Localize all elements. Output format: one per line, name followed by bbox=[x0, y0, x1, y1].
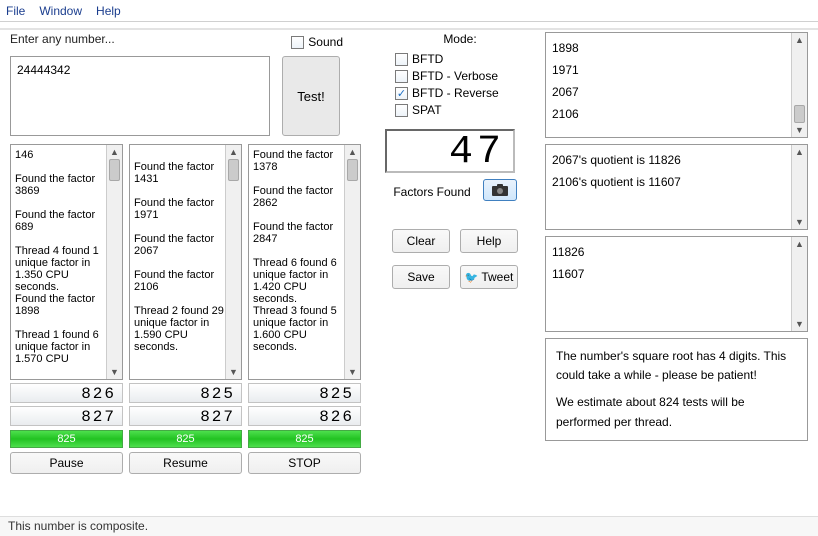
seg-b-1: 827 bbox=[129, 406, 242, 426]
factor-item[interactable]: 2106 bbox=[552, 103, 801, 125]
scrollbar[interactable]: ▲▼ bbox=[791, 33, 807, 137]
camera-icon bbox=[492, 184, 508, 196]
quotient-text-item[interactable]: 2106's quotient is 11607 bbox=[552, 171, 801, 193]
mode-label-2: BFTD - Reverse bbox=[412, 86, 499, 100]
factors-display: 47 bbox=[385, 129, 515, 173]
factor-item[interactable]: 2067 bbox=[552, 81, 801, 103]
mode-label-1: BFTD - Verbose bbox=[412, 69, 498, 83]
tweet-button[interactable]: 🐦Tweet bbox=[460, 265, 518, 289]
test-button[interactable]: Test! bbox=[282, 56, 340, 136]
clear-button[interactable]: Clear bbox=[392, 229, 450, 253]
twitter-icon: 🐦 bbox=[465, 271, 479, 284]
factor-item[interactable]: 1898 bbox=[552, 37, 801, 59]
quotients-list[interactable]: 1182611607▲▼ bbox=[545, 236, 808, 332]
mode-checkbox-1[interactable] bbox=[395, 70, 408, 83]
mode-label-0: BFTD bbox=[412, 52, 443, 66]
camera-button[interactable] bbox=[483, 179, 517, 201]
mode-label-3: SPAT bbox=[412, 103, 442, 117]
sound-label: Sound bbox=[308, 35, 343, 49]
menu-window[interactable]: Window bbox=[39, 4, 82, 18]
info-panel: The number's square root has 4 digits. T… bbox=[545, 338, 808, 441]
quotient-item[interactable]: 11607 bbox=[552, 263, 801, 285]
quotients-text-list[interactable]: 2067's quotient is 118262106's quotient … bbox=[545, 144, 808, 230]
progress-1: 825 bbox=[129, 430, 242, 448]
sound-checkbox[interactable] bbox=[291, 36, 304, 49]
menubar: File Window Help bbox=[0, 0, 818, 22]
info-line-2: We estimate about 824 tests will be perf… bbox=[556, 393, 797, 431]
save-button[interactable]: Save bbox=[392, 265, 450, 289]
scrollbar[interactable]: ▲▼ bbox=[791, 237, 807, 331]
seg-a-2: 825 bbox=[248, 383, 361, 403]
mode-title: Mode: bbox=[395, 32, 525, 46]
thread-output-1[interactable]: Found the factor 1431 Found the factor 1… bbox=[129, 144, 242, 380]
scrollbar[interactable]: ▲▼ bbox=[344, 145, 360, 379]
seg-b-0: 827 bbox=[10, 406, 123, 426]
seg-b-2: 826 bbox=[248, 406, 361, 426]
factors-list[interactable]: 1898197120672106▲▼ bbox=[545, 32, 808, 138]
quotient-item[interactable]: 11826 bbox=[552, 241, 801, 263]
scrollbar[interactable]: ▲▼ bbox=[106, 145, 122, 379]
quotient-text-item[interactable]: 2067's quotient is 11826 bbox=[552, 149, 801, 171]
factor-item[interactable]: 1971 bbox=[552, 59, 801, 81]
progress-2: 825 bbox=[248, 430, 361, 448]
info-line-1: The number's square root has 4 digits. T… bbox=[556, 347, 797, 385]
status-bar: This number is composite. bbox=[0, 516, 818, 536]
seg-a-1: 825 bbox=[129, 383, 242, 403]
factors-label: Factors Found bbox=[393, 185, 470, 199]
stop-button[interactable]: STOP bbox=[248, 452, 361, 474]
menu-file[interactable]: File bbox=[6, 4, 25, 18]
help-button[interactable]: Help bbox=[460, 229, 518, 253]
scrollbar[interactable]: ▲▼ bbox=[225, 145, 241, 379]
number-input[interactable]: 24444342 bbox=[10, 56, 270, 136]
input-label: Enter any number... bbox=[10, 32, 115, 46]
seg-a-0: 826 bbox=[10, 383, 123, 403]
scrollbar[interactable]: ▲▼ bbox=[791, 145, 807, 229]
mode-checkbox-3[interactable] bbox=[395, 104, 408, 117]
thread-output-0[interactable]: 146 Found the factor 3869 Found the fact… bbox=[10, 144, 123, 380]
resume-button[interactable]: Resume bbox=[129, 452, 242, 474]
progress-0: 825 bbox=[10, 430, 123, 448]
pause-button[interactable]: Pause bbox=[10, 452, 123, 474]
mode-checkbox-2[interactable] bbox=[395, 87, 408, 100]
thread-output-2[interactable]: Found the factor 1378 Found the factor 2… bbox=[248, 144, 361, 380]
mode-checkbox-0[interactable] bbox=[395, 53, 408, 66]
menu-help[interactable]: Help bbox=[96, 4, 121, 18]
